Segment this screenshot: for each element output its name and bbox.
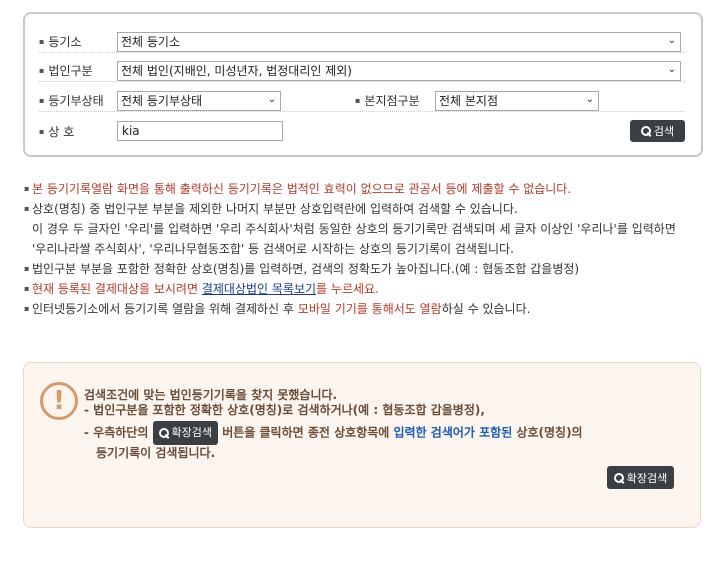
chevron-down-icon: ⌄ (585, 93, 594, 105)
notice-highlight: 모바일 기기를 통해서도 열람 (297, 302, 442, 316)
notice-text: 인터넷등기소에서 등기기록 열람을 위해 결제하신 후 (32, 302, 298, 316)
registry-label: 등기소 (39, 33, 117, 50)
notice-text: 를 누르세요. (316, 282, 379, 296)
no-result-hint: 등기기록이 검색됩니다. (96, 446, 216, 460)
name-label: 상 호 (39, 123, 117, 140)
notice-text: 현재 등록된 결제대상을 보시려면 (32, 282, 202, 296)
notice-list: ▪ 본 등기기록열람 화면을 통해 출력하신 등기기록은 법적인 효력이 없으므로… (24, 179, 704, 319)
branch-label: 본지점구분 (355, 92, 435, 109)
no-result-panel: 검색조건에 맞는 법인등기기록을 찾지 못했습니다. - 법인구분을 포함한 정… (23, 362, 701, 528)
registry-select-value: 전체 등기소 (121, 35, 181, 49)
corp-type-select[interactable]: 전체 법인(지배인, 미성년자, 법정대리인 제외) ⌄ (117, 60, 681, 81)
corp-type-row: 법인구분 전체 법인(지배인, 미성년자, 법정대리인 제외) ⌄ (39, 60, 685, 82)
no-result-hint: - 우측하단의 확장검색 버튼을 클릭하면 종전 상호항목에 입력한 검색어가 … (84, 421, 583, 445)
notice-text: 하실 수 있습니다. (441, 302, 531, 316)
notice-item: ▪ 상호(명칭) 중 법인구분 부분을 제외한 나머지 부분만 상호입력란에 입력… (24, 199, 704, 219)
extended-search-label: 확장검색 (626, 471, 668, 485)
search-button[interactable]: 검색 (630, 120, 685, 142)
status-select[interactable]: 전체 등기부상태 ⌄ (117, 90, 281, 111)
no-result-hint: - 법인구분을 포함한 정확한 상호(명칭)로 검색하거나(예 : 협동조합 갑… (84, 403, 485, 417)
registry-row: 등기소 전체 등기소 ⌄ (39, 31, 685, 53)
notice-text: 이 경우 두 글자인 '우리'를 입력하면 '우리 주식회사'처럼 동일한 상호… (32, 222, 676, 236)
search-icon (640, 126, 651, 136)
chevron-down-icon: ⌄ (267, 93, 276, 105)
status-branch-row: 등기부상태 전체 등기부상태 ⌄ 본지점구분 전체 본지점 ⌄ (39, 90, 685, 112)
registry-select[interactable]: 전체 등기소 ⌄ (117, 31, 681, 52)
corp-type-label: 법인구분 (39, 62, 117, 79)
notice-item: ▪ 본 등기기록열람 화면을 통해 출력하신 등기기록은 법적인 효력이 없으므로… (24, 179, 704, 199)
warning-icon (40, 382, 78, 420)
branch-select-value: 전체 본지점 (439, 94, 499, 108)
notice-item: ▪ 인터넷등기소에서 등기기록 열람을 위해 결제하신 후 모바일 기기를 통해… (24, 302, 531, 316)
status-select-value: 전체 등기부상태 (121, 94, 203, 108)
notice-text: 상호(명칭) 중 법인구분 부분을 제외한 나머지 부분만 상호입력란에 입력하… (32, 202, 518, 216)
chevron-down-icon: ⌄ (667, 34, 676, 46)
search-button-label: 검색 (653, 125, 675, 138)
corp-type-select-value: 전체 법인(지배인, 미성년자, 법정대리인 제외) (121, 64, 352, 78)
payment-list-link[interactable]: 결제대상법인 목록보기 (202, 282, 316, 296)
branch-select[interactable]: 전체 본지점 ⌄ (435, 90, 599, 111)
search-form: 등기소 전체 등기소 ⌄ 법인구분 전체 법인(지배인, 미성년자, 법정대리인… (23, 12, 703, 157)
name-input[interactable]: kia (117, 121, 283, 141)
chevron-down-icon: ⌄ (667, 63, 676, 75)
notice-item: ▪ 현재 등록된 결제대상을 보시려면 결제대상법인 목록보기를 누르세요. (24, 282, 379, 296)
notice-text: '우리나라쌀 주식회사', '우리나무협동조합' 등 검색어로 시작하는 상호의… (32, 242, 514, 256)
notice-item: ▪ 법인구분 부분을 포함한 정확한 상호(명칭)를 입력하면, 검색의 정확도가… (24, 259, 704, 279)
search-icon (613, 472, 624, 483)
notice-text: 본 등기기록열람 화면을 통해 출력하신 등기기록은 법적인 효력이 없으므로 … (32, 182, 572, 196)
notice-text: 법인구분 부분을 포함한 정확한 상호(명칭)를 입력하면, 검색의 정확도가 … (32, 262, 580, 276)
inline-extended-search-chip: 확장검색 (152, 421, 219, 445)
search-icon (158, 428, 169, 438)
status-label: 등기부상태 (39, 92, 117, 109)
name-row: 상 호 kia (39, 120, 283, 142)
extended-search-button[interactable]: 확장검색 (607, 466, 674, 489)
